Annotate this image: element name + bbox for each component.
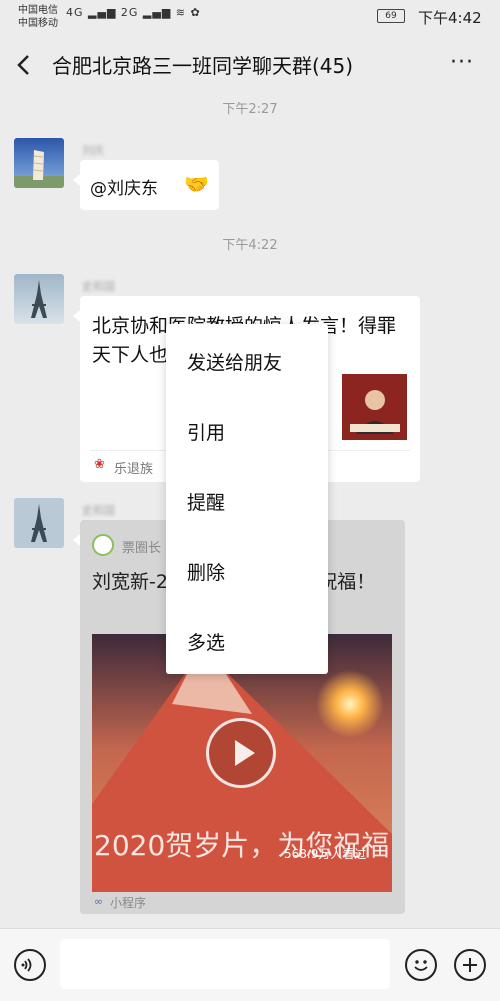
- battery-icon: 69: [377, 9, 405, 23]
- miniprogram-footer: 小程序: [110, 896, 147, 910]
- article-thumbnail: [342, 374, 407, 440]
- source-logo-icon: ❀: [94, 457, 105, 472]
- menu-item-delete[interactable]: 删除: [187, 558, 225, 585]
- emoji-button[interactable]: [405, 949, 437, 981]
- sender-name: 史和国: [82, 280, 115, 293]
- handshake-icon: 🤝: [184, 172, 209, 196]
- menu-item-forward[interactable]: 发送给朋友: [187, 348, 282, 375]
- menu-item-remind[interactable]: 提醒: [187, 488, 225, 515]
- article-source: 乐退族: [114, 462, 154, 477]
- more-icon[interactable]: ···: [450, 50, 474, 75]
- add-button[interactable]: [454, 949, 486, 981]
- status-bar: 中国电信 中国移动 4G ▂▄▆ 2G ▂▄▆ ≋ ✿ 69 下午4:42: [0, 0, 500, 34]
- plus-icon: [463, 958, 477, 972]
- voice-button[interactable]: [14, 949, 46, 981]
- miniprogram-source: 票圈长: [122, 541, 162, 556]
- message-text: @刘庆东: [90, 179, 158, 199]
- context-menu: 发送给朋友 引用 提醒 删除 多选: [166, 324, 328, 674]
- input-bar: [0, 928, 500, 1001]
- message-input[interactable]: [60, 939, 390, 989]
- menu-item-multiselect[interactable]: 多选: [187, 628, 225, 655]
- sender-name: 刘庆: [82, 144, 104, 157]
- menu-item-quote[interactable]: 引用: [187, 418, 225, 445]
- timestamp: 下午2:27: [222, 102, 278, 117]
- view-count: 568.9万人看过: [284, 847, 367, 861]
- carrier-2: 中国移动: [18, 18, 58, 29]
- miniprogram-icon: ∞: [94, 895, 104, 908]
- timestamp: 下午4:22: [222, 238, 278, 253]
- emoji-icon: [414, 960, 428, 971]
- signal-icon: 4G ▂▄▆ 2G ▂▄▆ ≋ ✿: [66, 6, 201, 19]
- miniprogram-logo-icon: [92, 534, 114, 556]
- message-bubble[interactable]: @刘庆东 🤝: [73, 160, 219, 210]
- status-time: 下午4:42: [418, 9, 482, 27]
- carrier-1: 中国电信: [18, 5, 58, 16]
- avatar[interactable]: [14, 274, 64, 324]
- avatar[interactable]: [14, 138, 64, 188]
- play-button[interactable]: [206, 718, 276, 788]
- back-icon[interactable]: [14, 50, 36, 80]
- avatar[interactable]: [14, 498, 64, 548]
- voice-icon: [21, 958, 32, 972]
- sender-name: 史和国: [82, 504, 115, 517]
- play-icon: [235, 740, 255, 766]
- chat-title: 合肥北京路三一班同学聊天群(45): [52, 54, 354, 78]
